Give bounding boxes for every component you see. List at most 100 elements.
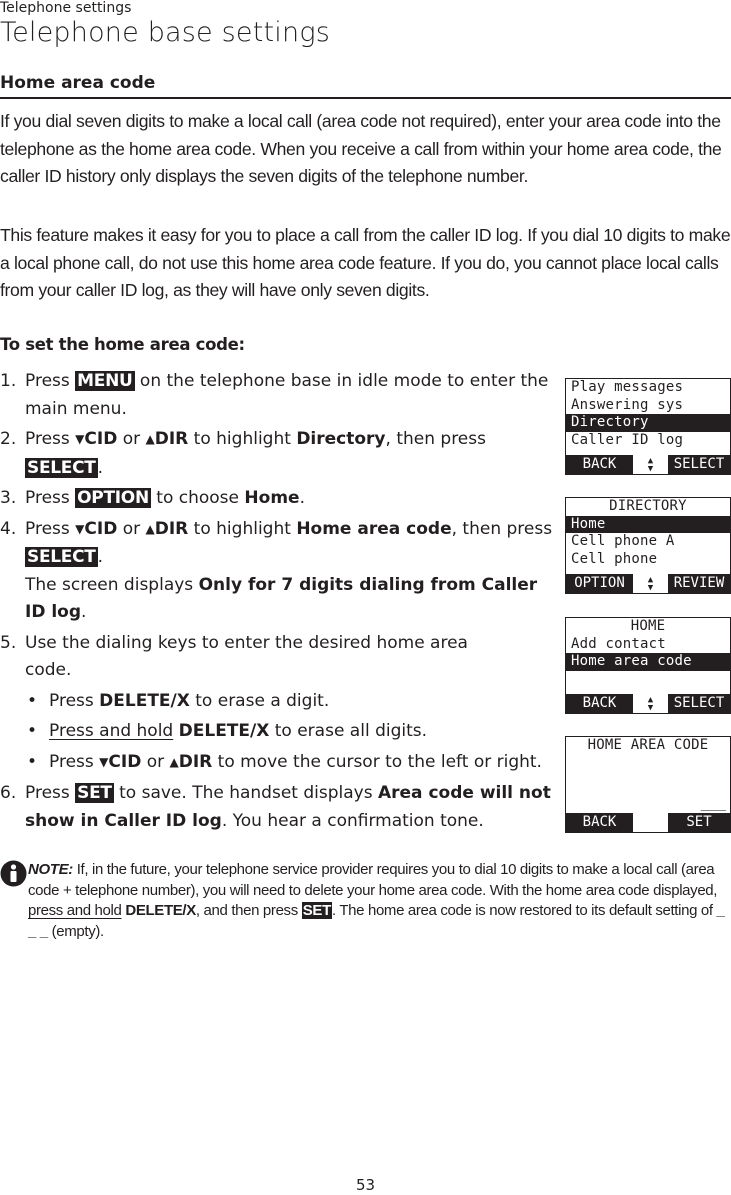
lcd-row: Play messages xyxy=(571,379,684,395)
bullet-dot: • xyxy=(27,721,38,741)
step-text: . xyxy=(97,457,103,478)
lcd-row: Caller ID log xyxy=(571,431,684,448)
lcd-row-selected: Home xyxy=(566,515,730,533)
softkey-gap xyxy=(633,813,668,832)
menu-key: MENU xyxy=(75,371,135,391)
step-text: . You hear a confirmation tone. xyxy=(221,810,484,831)
note-body: (empty). xyxy=(47,922,105,940)
step-text: . xyxy=(299,488,305,508)
step-6: 6. Press SET to save. The handset displa… xyxy=(0,780,560,835)
step-text: Press xyxy=(25,783,76,803)
down-arrow-icon: ▼ xyxy=(99,754,109,769)
option-key: OPTION xyxy=(75,488,151,508)
softkey-select: SELECT xyxy=(668,455,730,474)
delete-key: DELETE/X xyxy=(99,690,190,711)
step-text: or xyxy=(117,518,146,539)
info-icon xyxy=(0,860,27,887)
heading-rule xyxy=(0,97,731,99)
note-label: NOTE: xyxy=(28,861,73,878)
lcd-row-selected: Directory xyxy=(566,414,730,432)
lcd-softkeys: BACK ▲ ▼ SELECT xyxy=(566,455,730,474)
cid-key: CID xyxy=(84,518,118,539)
page-number: 53 xyxy=(355,1176,376,1194)
cid-key: CID xyxy=(108,751,142,772)
step-text: . xyxy=(81,602,87,622)
up-arrow-icon: ▲ xyxy=(169,754,179,769)
press-and-hold-link[interactable]: Press and hold xyxy=(49,721,173,741)
step-text: Press xyxy=(25,488,76,508)
step-text: The screen displays xyxy=(25,574,199,595)
down-arrow-icon: ▼ xyxy=(75,521,85,536)
lcd-row-selected: Home area code xyxy=(566,653,730,671)
bullet-dot: • xyxy=(27,751,38,772)
delete-key: DELETE/X xyxy=(125,902,196,919)
step-text: to erase all digits. xyxy=(269,721,428,741)
bullet-dot: • xyxy=(27,690,38,711)
up-down-arrows-icon: ▲ ▼ xyxy=(647,694,654,713)
press-and-hold-link[interactable]: press and hold xyxy=(28,902,122,919)
lcd-softkeys: OPTION ▲ ▼ REVIEW xyxy=(566,574,730,593)
lcd-title: HOME AREA CODE xyxy=(587,737,709,753)
intro-paragraph: If you dial seven digits to make a local… xyxy=(0,111,722,186)
step-text: or xyxy=(117,429,146,449)
menu-target: Directory xyxy=(296,429,386,449)
lcd-row: Add contact xyxy=(571,635,666,652)
step-number: 5. xyxy=(0,632,17,653)
lcd-softkeys: BACK ▲ ▼ SELECT xyxy=(566,694,730,713)
dir-key: DIR xyxy=(178,751,213,772)
step-text: to choose xyxy=(150,488,245,508)
steps-list: 1. Press MENU on the telephone base in i… xyxy=(0,368,560,838)
step-text: to save. The handset displays xyxy=(113,783,378,803)
select-key: SELECT xyxy=(25,457,98,478)
lcd-row: Cell phone xyxy=(571,550,658,567)
up-down-arrows-icon: ▲ ▼ xyxy=(647,455,654,474)
note-body: , and then press xyxy=(195,902,302,919)
step-text: or xyxy=(141,751,170,772)
menu-target: Home area code xyxy=(296,518,452,539)
bullet-move-cursor: • Press ▼CID or ▲DIR to move the cursor … xyxy=(0,749,560,778)
step-text: Use the dialing keys to enter the desire… xyxy=(25,632,468,681)
lcd-softkeys: BACK SET xyxy=(566,813,730,832)
note-body: If, in the future, your telephone servic… xyxy=(28,861,718,899)
step-number: 4. xyxy=(0,518,17,539)
softkey-back: BACK xyxy=(566,694,633,713)
step-text: , then press xyxy=(385,429,486,449)
note-text: NOTE: If, in the future, your telephone … xyxy=(28,860,731,942)
step-5: 5. Use the dialing keys to enter the des… xyxy=(0,630,560,685)
set-key: SET xyxy=(75,783,114,803)
area-code-value: ___ xyxy=(700,795,726,811)
lcd-screen-directory: DIRECTORY Home Cell phone A Cell phone O… xyxy=(565,497,731,594)
dir-key: DIR xyxy=(154,518,189,539)
step-1: 1. Press MENU on the telephone base in i… xyxy=(0,368,560,423)
lcd-screen-home: HOME Add contact Home area code BACK ▲ ▼ … xyxy=(565,617,731,714)
dir-key: DIR xyxy=(154,429,189,449)
section-heading: Home area code xyxy=(0,73,156,93)
step-text: to highlight xyxy=(188,518,297,539)
down-arrow-icon: ▼ xyxy=(75,432,85,446)
lcd-title: DIRECTORY xyxy=(609,498,687,514)
bullet-erase-digit: • Press DELETE/X to erase a digit. xyxy=(0,688,560,716)
lcd-row: Answering sys xyxy=(571,396,684,413)
step-text: Press xyxy=(25,518,76,539)
step-text: Press xyxy=(25,371,76,391)
procedure-heading: To set the home area code: xyxy=(0,335,245,354)
step-text: to highlight xyxy=(188,429,297,449)
step-2: 2. Press ▼CID or ▲DIR to highlight Direc… xyxy=(0,426,560,482)
step-4: 4. Press ▼CID or ▲DIR to highlight Home … xyxy=(0,516,560,627)
section-header: Telephone settings xyxy=(0,0,132,16)
set-key: SET xyxy=(301,902,332,919)
step-number: 1. xyxy=(0,371,17,391)
step-text: Press xyxy=(25,429,76,449)
select-key: SELECT xyxy=(25,547,98,567)
softkey-option: OPTION xyxy=(566,574,633,593)
note-body: . The home area code is now restored to … xyxy=(331,902,717,919)
menu-target: Home xyxy=(244,488,300,508)
page-title: Telephone base settings xyxy=(0,17,330,48)
lcd-screen-main-menu: Play messages Answering sys Directory Ca… xyxy=(565,378,731,475)
step-text: . xyxy=(97,547,103,567)
softkey-review: REVIEW xyxy=(668,574,730,593)
step-text: Press xyxy=(49,751,100,772)
bullet-erase-all: • Press and hold DELETE/X to erase all d… xyxy=(0,718,560,746)
lcd-screen-home-area-code: HOME AREA CODE ___ BACK SET xyxy=(565,736,731,833)
step-number: 2. xyxy=(0,429,17,449)
